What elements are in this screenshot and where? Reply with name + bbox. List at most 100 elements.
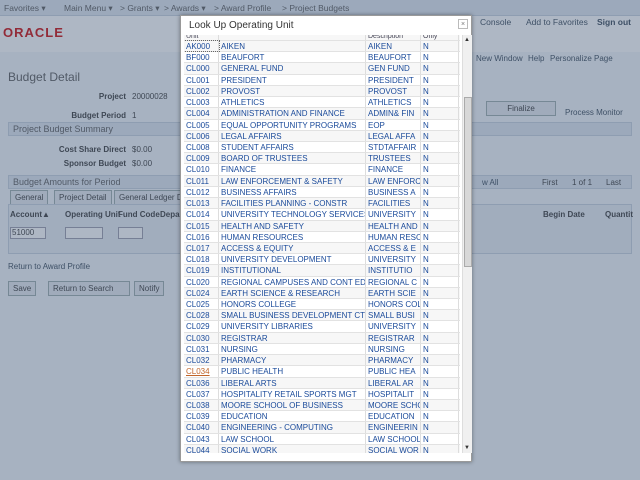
description-link[interactable]: AIKEN	[219, 41, 366, 52]
description-link[interactable]: INSTITUTIONAL	[219, 265, 366, 276]
unit-link[interactable]: CL010	[184, 164, 219, 175]
description-link[interactable]: UNIVERSITY TECHNOLOGY SERVICES	[219, 209, 366, 220]
only-flag[interactable]: N	[421, 242, 459, 254]
description-link[interactable]: PRESIDENT	[219, 74, 366, 85]
only-flag[interactable]: N	[421, 444, 459, 453]
description-link[interactable]: STUDENT AFFAIRS	[219, 141, 366, 153]
short-description-link[interactable]: HONORS COL	[366, 299, 421, 310]
only-flag[interactable]: N	[421, 231, 459, 242]
description-link[interactable]: BOARD OF TRUSTEES	[219, 153, 366, 164]
unit-link[interactable]: CL029	[184, 321, 219, 332]
table-row[interactable]: CL032 PHARMACY PHARMACY N	[184, 355, 460, 367]
unit-link[interactable]: CL031	[184, 343, 219, 355]
unit-link[interactable]: CL006	[184, 130, 219, 141]
short-description-link[interactable]: NURSING	[366, 343, 421, 355]
only-flag[interactable]: N	[421, 388, 459, 399]
unit-link[interactable]: CL014	[184, 209, 219, 220]
only-flag[interactable]: N	[421, 422, 459, 433]
table-row[interactable]: CL018 UNIVERSITY DEVELOPMENT UNIVERSITY N	[184, 254, 460, 266]
description-link[interactable]: UNIVERSITY DEVELOPMENT	[219, 254, 366, 265]
short-description-link[interactable]: MOORE SCHO	[366, 400, 421, 411]
unit-link[interactable]: CL003	[184, 97, 219, 108]
table-row[interactable]: CL011 LAW ENFORCEMENT & SAFETY LAW ENFORC N	[184, 175, 460, 187]
unit-link[interactable]: CL028	[184, 310, 219, 321]
only-flag[interactable]: N	[421, 343, 459, 355]
short-description-link[interactable]: PUBLIC HEA	[366, 366, 421, 377]
unit-link[interactable]: CL020	[184, 276, 219, 287]
description-link[interactable]: PHARMACY	[219, 355, 366, 366]
short-description-link[interactable]: GEN FUND	[366, 63, 421, 74]
unit-link[interactable]: CL040	[184, 422, 219, 433]
description-link[interactable]: GENERAL FUND	[219, 63, 366, 74]
short-description-link[interactable]: EARTH SCIE	[366, 287, 421, 299]
short-description-link[interactable]: ENGINEERIN	[366, 422, 421, 433]
description-link[interactable]: REGIONAL CAMPUSES AND CONT ED	[219, 276, 366, 287]
description-link[interactable]: EQUAL OPPORTUNITY PROGRAMS	[219, 119, 366, 130]
table-row[interactable]: CL000 GENERAL FUND GEN FUND N	[184, 63, 460, 75]
unit-link[interactable]: CL038	[184, 400, 219, 411]
short-description-link[interactable]: ATHLETICS	[366, 97, 421, 108]
table-row[interactable]: CL004 ADMINISTRATION AND FINANCE ADMIN& FI…	[184, 108, 460, 120]
only-flag[interactable]: N	[421, 299, 459, 310]
description-link[interactable]: ACCESS & EQUITY	[219, 242, 366, 254]
unit-link[interactable]: CL030	[184, 332, 219, 343]
description-link[interactable]: HOSPITALITY RETAIL SPORTS MGT	[219, 388, 366, 399]
table-row[interactable]: CL016 HUMAN RESOURCES HUMAN RESO N	[184, 231, 460, 243]
table-row[interactable]: CL043 LAW SCHOOL LAW SCHOOL N	[184, 433, 460, 445]
table-row[interactable]: CL036 LIBERAL ARTS LIBERAL AR N	[184, 377, 460, 389]
description-link[interactable]: NURSING	[219, 343, 366, 355]
short-description-link[interactable]: UNIVERSITY	[366, 209, 421, 220]
short-description-link[interactable]: ADMIN& FIN	[366, 108, 421, 119]
only-flag[interactable]: N	[421, 332, 459, 343]
short-description-link[interactable]: ACCESS & E	[366, 242, 421, 254]
description-link[interactable]: HONORS COLLEGE	[219, 299, 366, 310]
short-description-link[interactable]: REGISTRAR	[366, 332, 421, 343]
table-row[interactable]: CL034 PUBLIC HEALTH PUBLIC HEA N	[184, 366, 460, 378]
only-flag[interactable]: N	[421, 97, 459, 108]
description-link[interactable]: LIBERAL ARTS	[219, 377, 366, 388]
unit-link[interactable]: CL008	[184, 141, 219, 153]
unit-link[interactable]: CL044	[184, 444, 219, 453]
only-flag[interactable]: N	[421, 175, 459, 186]
short-description-link[interactable]: UNIVERSITY	[366, 321, 421, 332]
only-flag[interactable]: N	[421, 276, 459, 287]
short-description-link[interactable]: LEGAL AFFA	[366, 130, 421, 141]
description-link[interactable]: REGISTRAR	[219, 332, 366, 343]
short-description-link[interactable]: INSTITUTIO	[366, 265, 421, 276]
only-flag[interactable]: N	[421, 310, 459, 321]
description-link[interactable]: EARTH SCIENCE & RESEARCH	[219, 287, 366, 299]
unit-link[interactable]: CL043	[184, 433, 219, 444]
table-row[interactable]: CL040 ENGINEERING - COMPUTING ENGINEERIN N	[184, 422, 460, 434]
unit-link[interactable]: CL039	[184, 411, 219, 422]
description-link[interactable]: PUBLIC HEALTH	[219, 366, 366, 377]
table-row[interactable]: CL006 LEGAL AFFAIRS LEGAL AFFA N	[184, 130, 460, 142]
unit-link[interactable]: CL032	[184, 355, 219, 366]
table-row[interactable]: CL031 NURSING NURSING N	[184, 343, 460, 356]
only-flag[interactable]: N	[421, 355, 459, 366]
only-flag[interactable]: N	[421, 41, 459, 52]
table-row[interactable]: CL009 BOARD OF TRUSTEES TRUSTEES N	[184, 153, 460, 165]
only-flag[interactable]: N	[421, 411, 459, 422]
table-row[interactable]: CL012 BUSINESS AFFAIRS BUSINESS AN	[184, 186, 460, 199]
only-flag[interactable]: N	[421, 209, 459, 220]
description-link[interactable]: ADMINISTRATION AND FINANCE	[219, 108, 366, 119]
description-link[interactable]: BEAUFORT	[219, 52, 366, 63]
unit-link[interactable]: CL018	[184, 254, 219, 265]
unit-link[interactable]: CL013	[184, 198, 219, 209]
short-description-link[interactable]: HUMAN RESO	[366, 231, 421, 242]
only-flag[interactable]: N	[421, 119, 459, 130]
scroll-up-icon[interactable]: ▲	[464, 37, 470, 43]
only-flag[interactable]: N	[421, 74, 459, 85]
only-flag[interactable]: N	[421, 130, 459, 141]
scrollbar[interactable]: ▲ ▼	[462, 35, 472, 453]
scrollbar-thumb[interactable]	[464, 97, 472, 267]
table-row[interactable]: CL008 STUDENT AFFAIRS STDTAFFAIR N	[184, 141, 460, 154]
short-description-link[interactable]: LAW SCHOOL	[366, 433, 421, 444]
short-description-link[interactable]: STDTAFFAIR	[366, 141, 421, 153]
unit-link[interactable]: CL016	[184, 231, 219, 242]
only-flag[interactable]: N	[421, 287, 459, 299]
short-description-link[interactable]: HEALTH AND	[366, 220, 421, 231]
only-flag[interactable]: N	[421, 366, 459, 377]
table-row[interactable]: CL014 UNIVERSITY TECHNOLOGY SERVICES UNIVE…	[184, 209, 460, 221]
table-row[interactable]: CL037 HOSPITALITY RETAIL SPORTS MGT HOSPIT…	[184, 388, 460, 400]
